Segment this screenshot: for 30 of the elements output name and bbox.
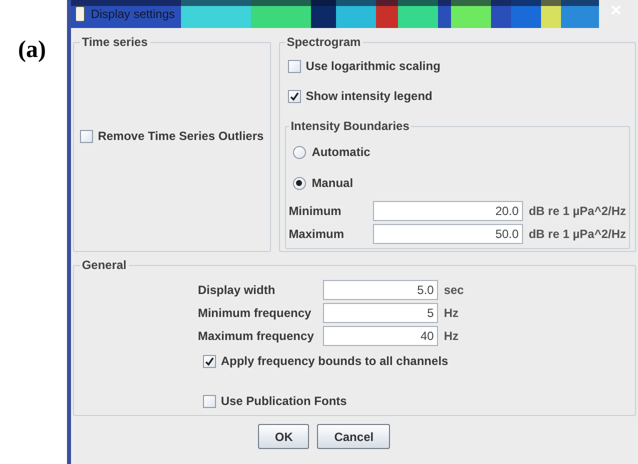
radio-label: Automatic [312, 144, 370, 161]
input-field[interactable]: 50.0 [372, 224, 523, 244]
panel-title: Spectrogram [286, 34, 362, 51]
field-label: Minimum frequency [198, 305, 312, 322]
checkbox-label: Remove Time Series Outliers [98, 128, 264, 145]
field-label: Display width [198, 282, 276, 299]
field-label: Maximum [288, 226, 346, 243]
field-label: Minimum [288, 203, 342, 220]
input-field[interactable]: 5 [322, 303, 438, 323]
unit-label: sec [442, 282, 464, 299]
checkbox-label: Use Publication Fonts [220, 393, 347, 410]
dialog-button[interactable]: Cancel [317, 424, 390, 449]
checkbox-label: Apply frequency bounds to all channels [220, 353, 448, 370]
checkbox-label: Use logarithmic scaling [306, 58, 440, 75]
unit-label: dB re 1 µPa^2/Hz [528, 226, 626, 243]
unit-label: Hz [442, 305, 458, 322]
input-field[interactable]: 40 [322, 326, 438, 346]
panel-title: Time series [80, 34, 149, 51]
unit-label: Hz [442, 328, 458, 345]
input-field[interactable]: 5.0 [322, 280, 438, 300]
figure-label: (a) [18, 37, 46, 63]
checkbox-label: Show intensity legend [306, 88, 432, 105]
radio-label: Manual [312, 175, 354, 192]
dialog-button[interactable]: OK [258, 424, 310, 449]
unit-label: dB re 1 µPa^2/Hz [528, 203, 626, 220]
field-label: Maximum frequency [198, 328, 315, 345]
panel-title: Intensity Boundaries [290, 118, 410, 135]
panel-title: General [80, 257, 128, 274]
window-title: Display settings [90, 6, 175, 23]
input-field[interactable]: 20.0 [372, 201, 523, 221]
